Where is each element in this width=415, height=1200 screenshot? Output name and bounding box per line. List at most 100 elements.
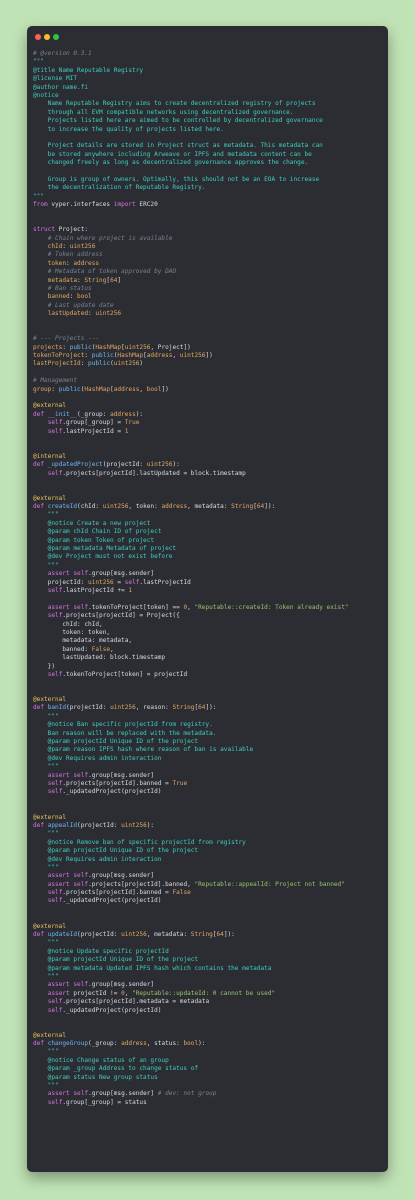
code-token: .lastProjectId: [139, 578, 191, 586]
code-token: from: [33, 201, 48, 209]
code-token: uint256: [124, 343, 151, 351]
code-token: """: [33, 58, 45, 66]
code-line: """: [33, 713, 349, 721]
code-line: chId: uint256: [33, 243, 349, 251]
code-token: @param projectId Unique ID of the projec…: [33, 738, 199, 746]
code-token: assert: [47, 771, 70, 779]
code-token: ]): [161, 385, 169, 393]
code-token: @param metadata Metadata of project: [33, 545, 177, 553]
code-token: uint256: [95, 310, 122, 318]
code-token: def: [33, 821, 45, 829]
code-line: self._updatedProject(projectId): [33, 1007, 349, 1015]
code-line: @param metadata Updated IPFS hash which …: [33, 965, 349, 973]
code-token: self: [47, 670, 63, 678]
code-token: @internal: [33, 452, 67, 460]
code-token: .group[_group] =: [62, 419, 125, 427]
code-token: ]):: [223, 931, 235, 939]
code-line: @dev Project must not exist before: [33, 553, 349, 561]
code-token: self: [47, 1006, 63, 1014]
code-line: """: [33, 1048, 349, 1056]
code-line: projects: public(HashMap[uint256, Projec…: [33, 344, 349, 352]
code-line: # @version 0.3.1: [33, 50, 349, 58]
code-token: @external: [33, 494, 67, 502]
maximize-window-button[interactable]: [53, 34, 59, 40]
code-token: uint256: [69, 242, 96, 250]
code-line: self.projects[projectId].banned = True: [33, 780, 349, 788]
code-line: def __init__(_group: address):: [33, 411, 349, 419]
code-token: String: [84, 276, 107, 284]
code-token: address: [161, 503, 188, 511]
code-line: self.projects[projectId].metadata = meta…: [33, 998, 349, 1006]
close-window-button[interactable]: [35, 34, 41, 40]
code-line: @dev Requires admin interaction: [33, 755, 349, 763]
code-token: "Reputable::updateId: 0 cannot be used": [132, 989, 276, 997]
code-token: @author name.fi: [33, 83, 89, 91]
code-token: bool: [77, 293, 92, 301]
code-line: @title Name Reputable Registry: [33, 67, 349, 75]
code-line: @param _group Address to change status o…: [33, 1065, 349, 1073]
code-line: Ban reason will be replaced with the met…: [33, 730, 349, 738]
code-token: address: [113, 385, 140, 393]
code-token: chId: chId,: [33, 620, 103, 628]
minimize-window-button[interactable]: [44, 34, 50, 40]
code-token: @notice Create a new project: [33, 519, 151, 527]
code-line: @param reason IPFS hash where reason of …: [33, 746, 349, 754]
code-token: @external: [33, 696, 67, 704]
code-token: projectId:: [33, 578, 89, 586]
code-line: def updateId(projectId: uint256, metadat…: [33, 931, 349, 939]
code-token: ,: [110, 645, 114, 653]
code-line: banned: bool: [33, 293, 349, 301]
code-token: address: [121, 1040, 147, 1048]
code-token: HashMap: [95, 343, 122, 351]
code-line: """: [33, 830, 349, 838]
code-token: public: [58, 385, 81, 393]
code-token: }): [33, 662, 56, 670]
code-line: @author name.fi: [33, 84, 349, 92]
code-token: uint256: [121, 821, 147, 829]
code-token: @dev Requires admin interaction: [33, 855, 162, 863]
code-token: """: [33, 830, 59, 838]
code-token: ._updatedProject(projectId): [62, 897, 162, 905]
code-line: lastProjectId: public(uint256): [33, 360, 349, 368]
code-token: :: [62, 343, 70, 351]
code-token: @dev Requires admin interaction: [33, 754, 162, 762]
code-token: .projects[projectId].banned =: [62, 889, 173, 897]
code-token: __init__: [47, 410, 78, 418]
code-token: @param reason IPFS hash where reason of …: [33, 746, 254, 754]
code-token: @notice: [33, 91, 59, 99]
code-token: Projects listed here are aimed to be con…: [33, 117, 323, 125]
code-token: self: [73, 1090, 89, 1098]
code-token: address: [110, 410, 136, 418]
code-token: False: [172, 889, 191, 897]
code-line: chId: chId,: [33, 621, 349, 629]
code-token: public: [69, 343, 92, 351]
code-line: @notice Change status of an group: [33, 1057, 349, 1065]
code-token: # --- Projects ---: [33, 335, 100, 343]
code-token: (projectId:: [66, 704, 111, 712]
code-line: def _updatedProject(projectId: uint256):: [33, 461, 349, 469]
code-token: """: [33, 1048, 59, 1056]
code-token: createId: [47, 503, 78, 511]
code-token: appealId: [47, 821, 78, 829]
code-line: lastUpdated: block.timestamp: [33, 654, 349, 662]
code-token: assert: [47, 1090, 70, 1098]
code-token: ): [139, 360, 144, 368]
code-token: uint256: [113, 360, 140, 368]
code-token: bool: [146, 385, 162, 393]
code-token: @external: [33, 402, 67, 410]
code-line: def banId(projectId: uint256, reason: St…: [33, 704, 349, 712]
code-line: metadata: metadata,: [33, 637, 349, 645]
code-line: def changeGroup(_group: address, status:…: [33, 1040, 349, 1048]
code-token: ,: [139, 385, 147, 393]
code-token: ]):: [264, 503, 276, 511]
